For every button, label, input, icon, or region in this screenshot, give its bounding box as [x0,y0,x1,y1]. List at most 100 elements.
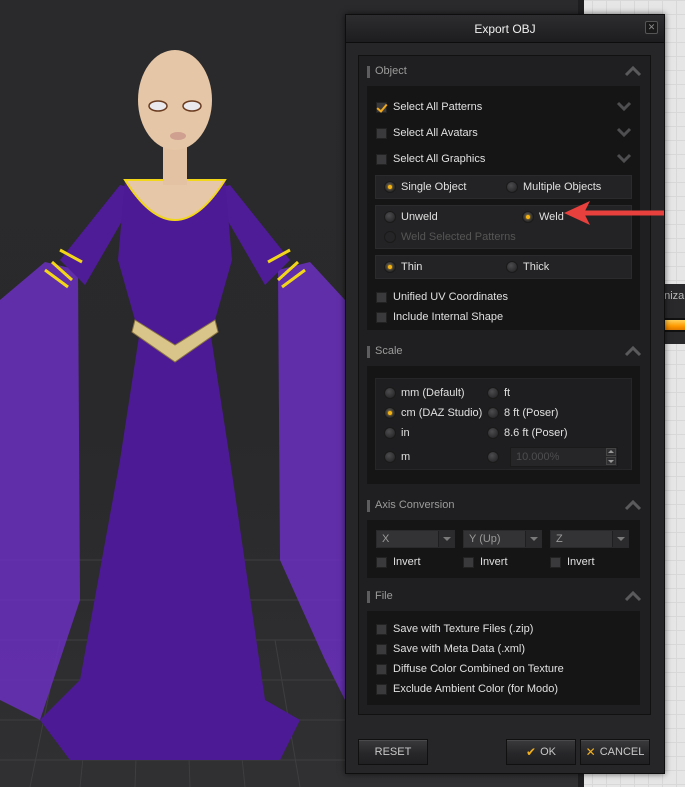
axis-section-header[interactable]: Axis Conversion [359,494,652,518]
axis-z-dropdown[interactable]: Z [550,530,629,548]
spin-up-icon [606,448,616,456]
axis-x-dropdown[interactable]: X [376,530,455,548]
weld-selected-patterns-radio [384,231,396,243]
unified-uv-label: Unified UV Coordinates [393,291,508,303]
select-all-graphics-row[interactable]: Select All Graphics [376,149,632,169]
select-all-graphics-checkbox[interactable] [376,153,387,165]
single-object-radio[interactable] [384,181,396,193]
save-texture-files-label: Save with Texture Files (.zip) [393,623,534,635]
scale-custom-radio[interactable] [487,451,499,463]
collapse-chevron-up-icon[interactable] [624,497,642,513]
collapse-chevron-up-icon[interactable] [624,63,642,79]
multiple-objects-radio[interactable] [506,181,518,193]
save-texture-files-row[interactable]: Save with Texture Files (.zip) [376,619,533,639]
save-meta-data-label: Save with Meta Data (.xml) [393,643,526,655]
multiple-objects-option[interactable]: Multiple Objects [506,177,601,197]
scale-cm-option[interactable]: cm (DAZ Studio) [384,403,482,423]
save-texture-files-checkbox[interactable] [376,623,387,635]
scale-8ft-option[interactable]: 8 ft (Poser) [487,403,558,423]
scale-m-option[interactable]: m [384,447,410,467]
invert-z-row[interactable]: Invert [550,552,595,572]
axis-z-value: Z [556,533,563,545]
unified-uv-checkbox[interactable] [376,291,387,303]
scale-section-header[interactable]: Scale [359,340,652,364]
object-section-header[interactable]: Object [359,60,652,84]
exclude-ambient-checkbox[interactable] [376,683,387,695]
scale-m-label: m [401,451,411,463]
expand-chevron-down-icon[interactable] [616,99,632,113]
thin-option[interactable]: Thin [384,257,422,277]
scale-cm-radio[interactable] [384,407,396,419]
thin-radio[interactable] [384,261,396,273]
save-meta-data-row[interactable]: Save with Meta Data (.xml) [376,639,525,659]
scale-mm-label: mm (Default) [401,387,465,399]
thick-label: Thick [523,261,550,273]
invert-y-checkbox[interactable] [463,556,474,568]
scale-mm-radio[interactable] [384,387,396,399]
dropdown-arrow-icon[interactable] [612,531,628,547]
unweld-radio[interactable] [384,211,396,223]
include-internal-shape-label: Include Internal Shape [393,311,504,323]
scale-mm-option[interactable]: mm (Default) [384,383,465,403]
file-section-body: Save with Texture Files (.zip) Save with… [367,611,640,705]
reset-label: RESET [374,746,412,758]
include-internal-shape-checkbox[interactable] [376,311,387,323]
include-internal-shape-row[interactable]: Include Internal Shape [376,307,503,327]
invert-z-checkbox[interactable] [550,556,561,568]
select-all-patterns-row[interactable]: Select All Patterns [376,97,632,117]
scale-ft-option[interactable]: ft [487,383,510,403]
dropdown-arrow-icon[interactable] [525,531,541,547]
dialog-titlebar[interactable]: Export OBJ ✕ [346,15,664,43]
weld-option[interactable]: Weld [522,207,564,227]
file-section-header[interactable]: File [359,585,652,609]
cancel-button[interactable]: ✕ CANCEL [580,739,650,765]
thick-radio[interactable] [506,261,518,273]
scale-section-title: Scale [375,345,403,357]
collapse-chevron-up-icon[interactable] [624,343,642,359]
expand-chevron-down-icon[interactable] [616,151,632,165]
right-eye [182,100,202,112]
scale-in-option[interactable]: in [384,423,410,443]
invert-y-row[interactable]: Invert [463,552,508,572]
scale-8-6ft-radio[interactable] [487,427,499,439]
file-section-title: File [375,590,393,602]
close-button[interactable]: ✕ [645,21,658,34]
spin-down-icon [606,457,616,465]
scale-in-radio[interactable] [384,427,396,439]
axis-y-dropdown[interactable]: Y (Up) [463,530,542,548]
axis-y-value: Y (Up) [469,533,501,545]
single-object-option[interactable]: Single Object [384,177,466,197]
collapse-chevron-up-icon[interactable] [624,588,642,604]
invert-x-checkbox[interactable] [376,556,387,568]
scale-8-6ft-label: 8.6 ft (Poser) [504,427,568,439]
unweld-option[interactable]: Unweld [384,207,438,227]
scale-section-body: mm (Default) cm (DAZ Studio) in m ft 8 f… [367,366,640,484]
select-all-patterns-checkbox[interactable] [376,101,387,113]
scale-ft-radio[interactable] [487,387,499,399]
reset-button[interactable]: RESET [358,739,428,765]
left-sleeve [0,262,80,720]
thick-option[interactable]: Thick [506,257,549,277]
dropdown-arrow-icon[interactable] [438,531,454,547]
neck [163,145,187,185]
diffuse-color-checkbox[interactable] [376,663,387,675]
expand-chevron-down-icon[interactable] [616,125,632,139]
exclude-ambient-row[interactable]: Exclude Ambient Color (for Modo) [376,679,558,699]
scale-8ft-radio[interactable] [487,407,499,419]
unified-uv-row[interactable]: Unified UV Coordinates [376,287,508,307]
section-marker [367,591,370,603]
scale-custom-option[interactable] [487,447,499,467]
select-all-avatars-row[interactable]: Select All Avatars [376,123,632,143]
section-marker [367,500,370,512]
weld-radio[interactable] [522,211,534,223]
scale-8-6ft-option[interactable]: 8.6 ft (Poser) [487,423,568,443]
section-marker [367,66,370,78]
save-meta-data-checkbox[interactable] [376,643,387,655]
select-all-avatars-checkbox[interactable] [376,127,387,139]
ok-button[interactable]: ✔ OK [506,739,576,765]
single-object-label: Single Object [401,181,467,193]
scale-m-radio[interactable] [384,451,396,463]
diffuse-color-row[interactable]: Diffuse Color Combined on Texture [376,659,564,679]
x-icon: ✕ [585,745,596,759]
invert-x-row[interactable]: Invert [376,552,421,572]
